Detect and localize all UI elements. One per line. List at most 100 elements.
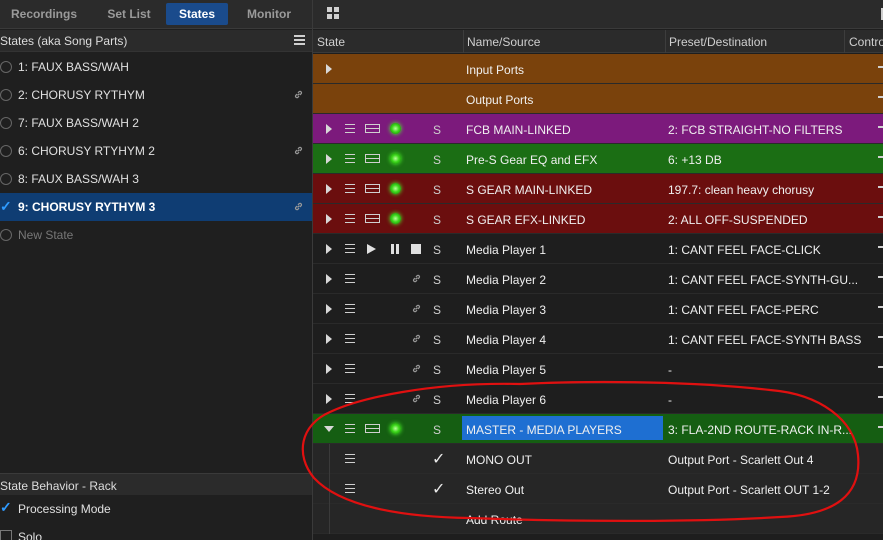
preset-destination-cell[interactable]: 1: CANT FEEL FACE-SYNTH-GU... [668,273,858,287]
drag-handle-icon[interactable] [345,304,355,313]
state-radio[interactable] [0,173,12,185]
processing-mode-checkbox[interactable] [0,499,12,516]
control-fader[interactable] [878,276,883,278]
control-fader[interactable] [878,336,883,338]
solo-button[interactable]: S [433,213,441,227]
expand-icon[interactable] [326,334,332,344]
control-fader[interactable] [878,396,883,398]
name-source-cell[interactable]: MASTER - MEDIA PLAYERS [466,423,622,437]
expand-icon[interactable] [326,154,332,164]
preset-destination-cell[interactable]: - [668,393,672,407]
name-source-cell[interactable]: Pre-S Gear EQ and EFX [466,153,597,167]
drag-handle-icon[interactable] [345,274,355,283]
rack-icon[interactable] [365,184,380,193]
preset-destination-cell[interactable]: 2: FCB STRAIGHT-NO FILTERS [668,123,842,137]
drag-handle-icon[interactable] [345,124,355,133]
drag-handle-icon[interactable] [345,184,355,193]
control-fader[interactable] [878,246,883,248]
expand-icon[interactable] [326,184,332,194]
control-fader[interactable] [878,306,883,308]
control-fader[interactable] [878,96,883,98]
drag-handle-icon[interactable] [345,334,355,343]
expand-icon[interactable] [326,304,332,314]
processing-mode-option[interactable]: Processing Mode [0,497,312,521]
tab-recordings[interactable]: Recordings [4,3,84,25]
rack-row[interactable]: S Media Player 1 1: CANT FEEL FACE-CLICK [313,234,883,264]
rack-row[interactable]: S FCB MAIN-LINKED 2: FCB STRAIGHT-NO FILTE… [313,114,883,144]
rack-row[interactable]: S Media Player 6 - [313,384,883,414]
col-control[interactable]: Contro [849,35,883,49]
rack-icon[interactable] [365,214,380,223]
preset-destination-cell[interactable]: 1: CANT FEEL FACE-CLICK [668,243,821,257]
rack-row[interactable]: S Media Player 4 1: CANT FEEL FACE-SYNTH B… [313,324,883,354]
rack-icon[interactable] [365,154,380,163]
name-source-cell[interactable]: Output Ports [466,93,533,107]
rack-row[interactable]: S Media Player 5 - [313,354,883,384]
preset-destination-cell[interactable]: 2: ALL OFF-SUSPENDED [668,213,808,227]
expand-icon[interactable] [326,64,332,74]
solo-option[interactable]: Solo [0,525,312,540]
tab-monitor[interactable]: Monitor [232,3,306,25]
grid-icon[interactable] [327,7,340,20]
control-fader[interactable] [878,66,883,68]
name-source-cell[interactable]: Media Player 5 [466,363,546,377]
state-radio[interactable] [0,229,12,241]
solo-button[interactable]: S [433,183,441,197]
rack-row[interactable]: S Media Player 3 1: CANT FEEL FACE-PERC [313,294,883,324]
col-preset-destination[interactable]: Preset/Destination [669,35,767,49]
drag-handle-icon[interactable] [345,394,355,403]
name-source-cell[interactable]: Media Player 1 [466,243,546,257]
rack-row[interactable]: S S GEAR MAIN-LINKED 197.7: clean heavy ch… [313,174,883,204]
route-row[interactable]: ✓ Stereo Out Output Port - Scarlett OUT 1-… [313,474,883,504]
state-item[interactable]: 8: FAUX BASS/WAH 3 [0,165,312,193]
preset-destination-cell[interactable]: 1: CANT FEEL FACE-PERC [668,303,819,317]
rack-row[interactable]: S Pre-S Gear EQ and EFX 6: +13 DB [313,144,883,174]
state-radio[interactable] [0,198,12,215]
new-state-item[interactable]: New State [0,221,312,249]
pause-icon[interactable] [390,244,400,254]
name-source-cell[interactable]: Input Ports [466,63,524,77]
state-radio[interactable] [0,145,12,157]
route-row[interactable]: ✓ MONO OUT Output Port - Scarlett Out 4 [313,444,883,474]
col-name-source[interactable]: Name/Source [467,35,540,49]
drag-handle-icon[interactable] [345,454,355,463]
name-source-cell[interactable]: S GEAR MAIN-LINKED [466,183,592,197]
name-source-cell[interactable]: Add Route [466,513,523,527]
state-item[interactable]: 1: FAUX BASS/WAH [0,53,312,81]
name-source-cell[interactable]: FCB MAIN-LINKED [466,123,571,137]
name-source-cell[interactable]: Media Player 6 [466,393,546,407]
solo-button[interactable]: S [433,393,441,407]
add-route-row[interactable]: Add Route [313,504,883,534]
solo-button[interactable]: S [433,123,441,137]
rack-row[interactable]: S S GEAR EFX-LINKED 2: ALL OFF-SUSPENDED [313,204,883,234]
control-fader[interactable] [878,366,883,368]
menu-icon[interactable] [294,35,305,45]
route-enabled-check-icon[interactable]: ✓ [432,449,445,469]
expand-icon[interactable] [326,394,332,404]
expand-icon[interactable] [326,274,332,284]
solo-checkbox[interactable] [0,530,12,540]
preset-destination-cell[interactable]: 197.7: clean heavy chorusy [668,183,814,197]
collapse-icon[interactable] [324,426,334,432]
state-item[interactable]: 9: CHORUSY RYTHYM 3 [0,193,312,221]
state-item[interactable]: 7: FAUX BASS/WAH 2 [0,109,312,137]
col-state[interactable]: State [317,35,345,49]
state-item[interactable]: 6: CHORUSY RTYHYM 2 [0,137,312,165]
rack-row[interactable]: S MASTER - MEDIA PLAYERS 3: FLA-2ND ROUTE-… [313,414,883,444]
rack-row[interactable]: Output Ports [313,84,883,114]
solo-button[interactable]: S [433,423,441,437]
drag-handle-icon[interactable] [345,214,355,223]
preset-destination-cell[interactable]: Output Port - Scarlett Out 4 [668,453,813,467]
drag-handle-icon[interactable] [345,424,355,433]
state-item[interactable]: 2: CHORUSY RYTHYM [0,81,312,109]
solo-button[interactable]: S [433,153,441,167]
rack-icon[interactable] [365,124,380,133]
rack-row[interactable]: Input Ports [313,54,883,84]
solo-button[interactable]: S [433,243,441,257]
expand-icon[interactable] [326,244,332,254]
drag-handle-icon[interactable] [345,484,355,493]
name-source-cell[interactable]: Stereo Out [466,483,524,497]
drag-handle-icon[interactable] [345,364,355,373]
preset-destination-cell[interactable]: Output Port - Scarlett OUT 1-2 [668,483,830,497]
control-fader[interactable] [878,156,883,158]
